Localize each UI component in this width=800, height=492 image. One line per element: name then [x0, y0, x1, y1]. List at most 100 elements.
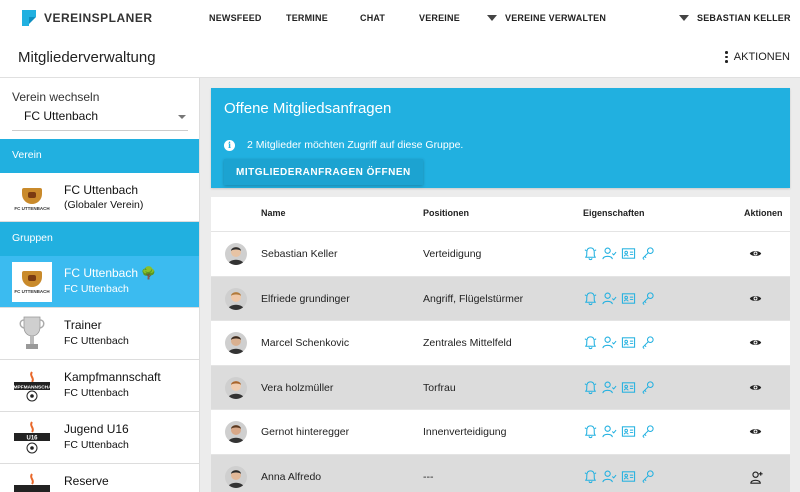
eye-icon[interactable]: [749, 247, 762, 260]
user-name: SEBASTIAN KELLER: [697, 13, 791, 23]
member-positions: Angriff, Flügelstürmer: [423, 292, 524, 305]
open-requests-button[interactable]: MITGLIEDERANFRAGEN ÖFFNEN: [224, 159, 423, 185]
id-card-icon: [621, 381, 636, 393]
table-row[interactable]: Anna Alfredo ---: [211, 453, 790, 492]
nav-vereine-verwalten-label: VEREINE VERWALTEN: [505, 13, 607, 23]
eye-icon[interactable]: [749, 425, 762, 438]
add-person-icon[interactable]: [749, 470, 764, 485]
sidebar-group-reserve[interactable]: Reserve: [0, 464, 199, 492]
requests-title: Offene Mitgliedsanfragen: [224, 100, 392, 117]
svg-text:U16: U16: [26, 436, 38, 442]
sidebar-item-club[interactable]: FC UTTENBACH FC Uttenbach (Globaler Vere…: [0, 173, 199, 222]
nav-vereine[interactable]: VEREINE: [419, 13, 460, 23]
membership-requests-card: Offene Mitgliedsanfragen i 2 Mitglieder …: [211, 88, 790, 188]
select-caret-icon[interactable]: [178, 115, 186, 119]
info-icon: i: [224, 139, 235, 151]
sidebar-group-trainer[interactable]: Trainer FC Uttenbach: [0, 308, 199, 360]
dropdown-caret-icon: [679, 15, 689, 21]
svg-text:KAMPFMANNSCHAFT: KAMPFMANNSCHAFT: [12, 385, 52, 391]
section-verein: Verein: [0, 139, 199, 173]
person-check-icon: [602, 336, 617, 349]
member-properties: [583, 380, 655, 395]
user-menu[interactable]: SEBASTIAN KELLER: [679, 13, 791, 23]
table-row[interactable]: Vera holzmüller Torfrau: [211, 364, 790, 409]
members-table: Name Positionen Eigenschaften Aktionen S…: [211, 197, 790, 492]
actions-button[interactable]: AKTIONEN: [725, 51, 790, 63]
key-icon: [642, 247, 654, 260]
sidebar-group-fc-uttenbach[interactable]: FC UTTENBACH FC Uttenbach 🌳 FC Uttenbach: [0, 256, 199, 308]
member-properties: [583, 246, 655, 261]
member-name: Marcel Schenkovic: [261, 337, 350, 349]
requests-info-text: 2 Mitglieder möchten Zugriff auf diese G…: [247, 139, 464, 151]
group-name: Kampfmannschaft: [64, 370, 161, 384]
nav-newsfeed[interactable]: NEWSFEED: [209, 13, 262, 23]
person-check-icon: [602, 425, 617, 438]
member-positions: Innenverteidigung: [423, 426, 507, 438]
group-name: Reserve: [64, 474, 109, 488]
eye-icon[interactable]: [749, 381, 762, 394]
member-action-button[interactable]: [749, 381, 762, 399]
member-name: Gernot hinteregger: [261, 426, 350, 438]
club-name: FC Uttenbach: [64, 183, 139, 197]
group-club: FC Uttenbach: [64, 387, 129, 399]
id-card-icon: [621, 426, 636, 437]
club-select[interactable]: FC Uttenbach: [24, 109, 98, 123]
bell-icon: [584, 380, 597, 394]
more-vertical-icon: [725, 51, 728, 63]
sidebar: Verein wechseln FC Uttenbach Verein FC U…: [0, 78, 200, 492]
header-actions: Aktionen: [744, 208, 783, 218]
avatar: [225, 332, 247, 354]
member-positions: ---: [423, 470, 434, 483]
reserve-badge-icon: [12, 470, 52, 492]
member-action-button[interactable]: [749, 292, 762, 310]
member-action-button[interactable]: [749, 425, 762, 443]
bell-icon: [584, 247, 597, 261]
brand-name: VEREINSPLANER: [44, 11, 153, 25]
table-row[interactable]: Sebastian Keller Verteidigung: [211, 231, 790, 275]
member-name: Vera holzmüller: [261, 381, 334, 394]
table-row[interactable]: Elfriede grundinger Angriff, Flügelstürm…: [211, 275, 790, 320]
bell-icon: [584, 336, 597, 350]
member-properties: [583, 291, 655, 306]
avatar: [225, 421, 247, 443]
table-row[interactable]: Gernot hinteregger Innenverteidigung: [211, 409, 790, 453]
trophy-icon: [12, 314, 52, 354]
id-card-icon: [621, 337, 636, 348]
top-navigation: VEREINSPLANER NEWSFEED TERMINE CHAT VERE…: [0, 0, 800, 36]
member-action-button[interactable]: [749, 470, 764, 490]
key-icon: [642, 291, 654, 305]
header-positions[interactable]: Positionen: [423, 208, 469, 218]
key-icon: [642, 469, 654, 483]
club-crest-icon: FC UTTENBACH: [12, 262, 52, 302]
member-action-button[interactable]: [749, 247, 762, 265]
member-properties: [583, 424, 655, 439]
sidebar-group-kampfmannschaft[interactable]: KAMPFMANNSCHAFT Kampfmannschaft FC Utten…: [0, 360, 199, 412]
key-icon: [642, 425, 654, 438]
member-name: Elfriede grundinger: [261, 292, 350, 305]
nav-vereine-verwalten[interactable]: VEREINE VERWALTEN: [487, 13, 606, 23]
table-row[interactable]: Marcel Schenkovic Zentrales Mittelfeld: [211, 320, 790, 364]
nav-termine[interactable]: TERMINE: [286, 13, 328, 23]
group-name: Trainer: [64, 318, 102, 332]
id-card-icon: [621, 470, 636, 482]
select-underline: [12, 130, 188, 131]
nav-chat[interactable]: CHAT: [360, 13, 385, 23]
header-name[interactable]: Name: [261, 208, 286, 218]
group-club: FC Uttenbach: [64, 335, 129, 347]
eye-icon[interactable]: [749, 292, 762, 305]
club-switch-label: Verein wechseln: [12, 90, 100, 104]
page-title: Mitgliederverwaltung: [18, 49, 156, 66]
member-positions: Torfrau: [423, 381, 456, 394]
club-crest-icon: FC UTTENBACH: [12, 179, 52, 219]
member-action-button[interactable]: [749, 336, 762, 354]
key-icon: [642, 336, 654, 349]
member-name: Sebastian Keller: [261, 248, 338, 260]
u16-badge-icon: U16: [12, 418, 52, 458]
app-logo[interactable]: VEREINSPLANER: [20, 9, 153, 27]
id-card-icon: [621, 292, 636, 304]
sidebar-group-jugend-u16[interactable]: U16 Jugend U16 FC Uttenbach: [0, 412, 199, 464]
member-positions: Verteidigung: [423, 248, 482, 260]
eye-icon[interactable]: [749, 336, 762, 349]
member-properties: [583, 469, 655, 484]
person-check-icon: [602, 470, 617, 482]
